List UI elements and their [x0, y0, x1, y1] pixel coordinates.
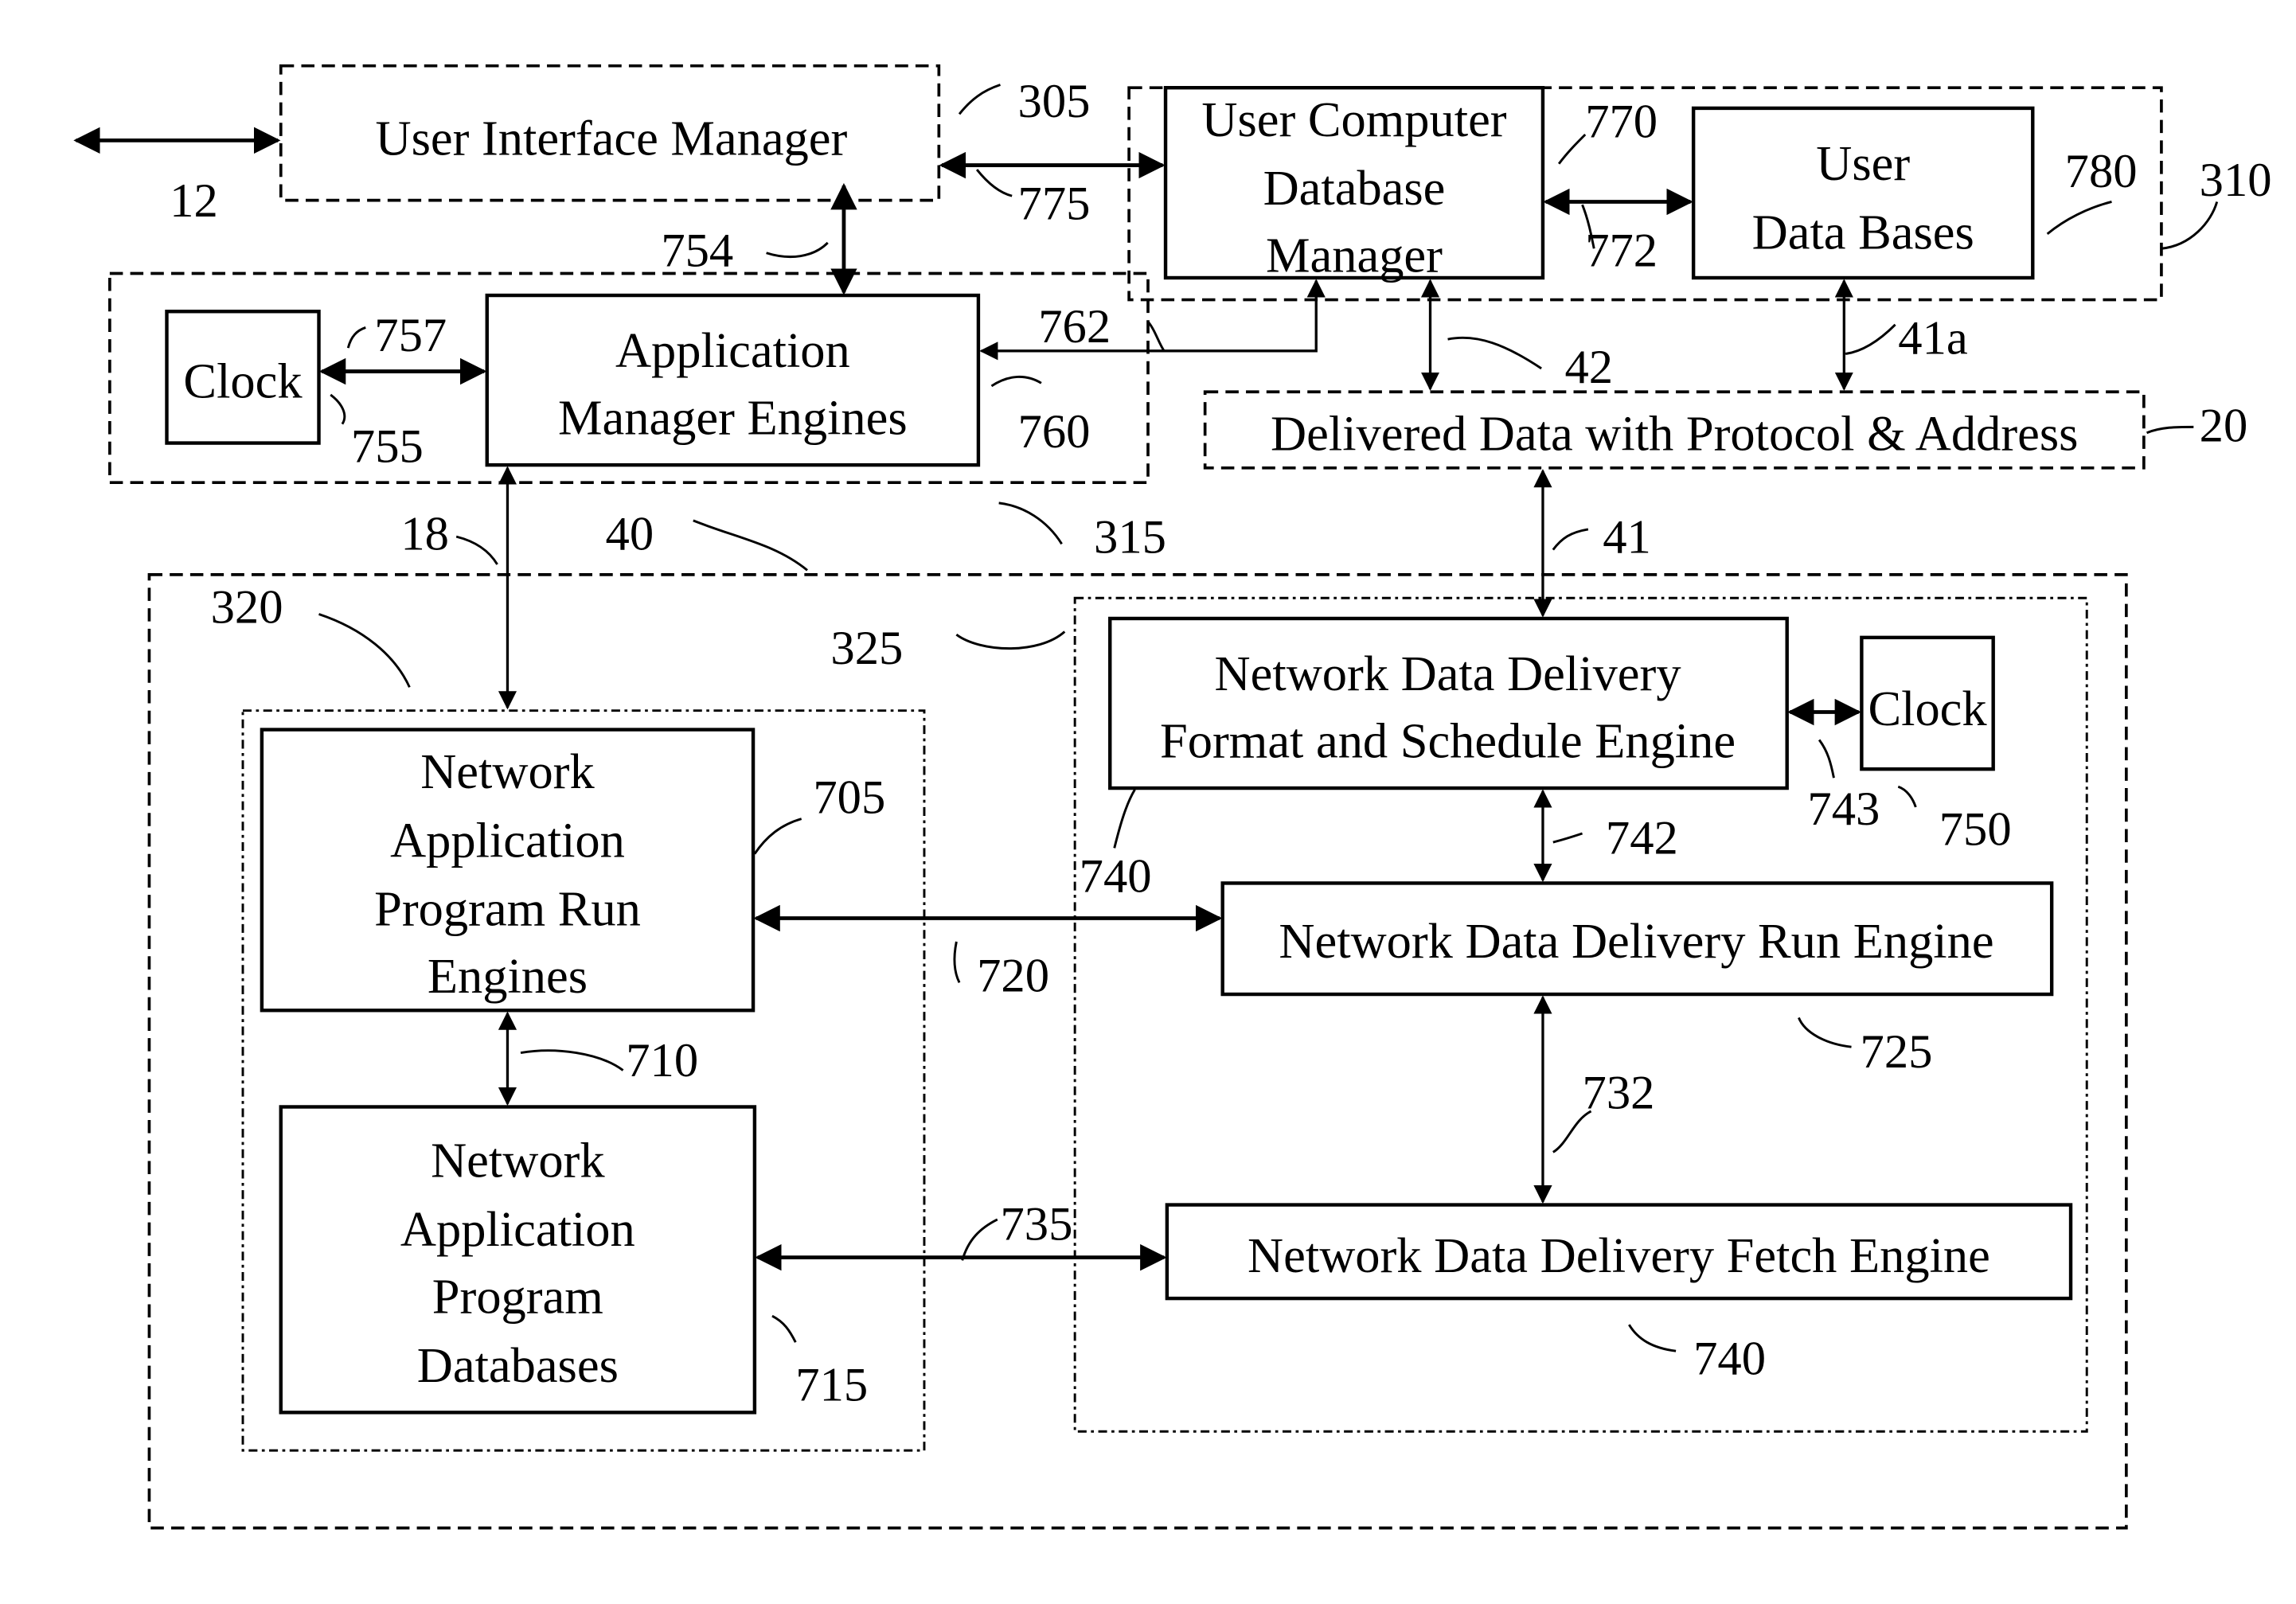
ref-772: 772 — [1585, 224, 1658, 277]
leader-735 — [961, 1218, 998, 1261]
leader-18 — [455, 535, 498, 565]
ref-720: 720 — [977, 949, 1049, 1002]
block-label: Clock — [1868, 681, 1987, 736]
block-label: Program — [432, 1268, 603, 1324]
ref-725: 725 — [1861, 1025, 1933, 1079]
leader-762 — [1146, 321, 1166, 352]
ref-757: 757 — [374, 309, 447, 362]
leader-315 — [998, 501, 1063, 545]
ref-325: 325 — [830, 622, 903, 675]
ref-715: 715 — [795, 1359, 868, 1412]
leader-42 — [1447, 336, 1542, 370]
leader-743 — [1818, 739, 1835, 779]
leader-325 — [955, 630, 1066, 650]
leader-41 — [1552, 528, 1589, 551]
block-label: Application — [400, 1201, 635, 1257]
leader-720 — [953, 941, 961, 984]
block-label: Databases — [417, 1337, 619, 1393]
ref-775: 775 — [1018, 178, 1091, 231]
ref-750: 750 — [1939, 803, 2012, 857]
ref-740-fetch: 740 — [1693, 1333, 1766, 1386]
ref-780: 780 — [2065, 145, 2138, 198]
block-clock-top[interactable]: Clock — [165, 310, 321, 445]
leader-775 — [975, 169, 1013, 197]
ref-710: 710 — [626, 1034, 698, 1087]
leader-41a — [1845, 323, 1896, 355]
leader-320 — [318, 613, 411, 688]
ref-742: 742 — [1606, 812, 1678, 865]
leader-725 — [1798, 1017, 1852, 1048]
block-ndd-fetch-engine[interactable]: Network Data Delivery Fetch Engine — [1165, 1203, 2073, 1301]
block-label: Data Bases — [1752, 204, 1974, 260]
ref-705: 705 — [813, 771, 885, 824]
block-label: Application — [615, 322, 850, 378]
ref-754: 754 — [661, 224, 733, 277]
block-label: Application — [390, 812, 625, 868]
block-net-app-databases[interactable]: Network Application Program Databases — [279, 1105, 757, 1415]
ref-310: 310 — [2200, 154, 2272, 207]
leader-780 — [2046, 201, 2112, 236]
ref-305: 305 — [1018, 75, 1091, 128]
leader-770 — [1557, 133, 1587, 165]
leader-20 — [2146, 425, 2194, 435]
leader-705 — [753, 818, 802, 855]
ref-18: 18 — [400, 508, 449, 561]
leader-760 — [990, 375, 1042, 388]
ref-743: 743 — [1807, 782, 1880, 836]
block-label: Database — [1263, 160, 1446, 216]
leader-715 — [771, 1314, 797, 1343]
leader-742 — [1552, 832, 1583, 844]
block-label: Delivered Data with Protocol & Address — [1271, 406, 2078, 462]
leader-310 — [2161, 201, 2219, 250]
block-user-computer-db-manager[interactable]: User Computer Database Manager — [1163, 86, 1545, 283]
leader-755 — [330, 393, 346, 425]
ref-42: 42 — [1564, 341, 1613, 394]
block-net-app-run-engines[interactable]: Network Application Program Run Engines — [260, 728, 756, 1013]
leader-757 — [346, 326, 366, 349]
ref-770: 770 — [1585, 96, 1658, 149]
block-ndd-run-engine[interactable]: Network Data Delivery Run Engine — [1220, 881, 2054, 997]
block-label: Network Data Delivery — [1215, 646, 1681, 701]
ref-735: 735 — [1000, 1198, 1072, 1251]
ref-12: 12 — [170, 174, 218, 228]
ref-315: 315 — [1094, 510, 1166, 564]
block-label: Manager Engines — [558, 390, 908, 446]
block-label: Network Data Delivery Run Engine — [1279, 913, 1993, 969]
block-label: User Interface Manager — [375, 111, 847, 166]
block-label: Network — [420, 743, 595, 799]
block-label: Network Data Delivery Fetch Engine — [1248, 1227, 1990, 1283]
ref-40: 40 — [606, 508, 654, 561]
block-label: Engines — [428, 948, 588, 1004]
block-label: Format and Schedule Engine — [1160, 712, 1736, 768]
leader-40 — [693, 519, 808, 572]
ref-320: 320 — [211, 580, 283, 634]
ref-762: 762 — [1038, 300, 1111, 353]
block-user-data-bases[interactable]: User Data Bases — [1691, 106, 2035, 280]
leader-305 — [958, 84, 1001, 115]
block-label: User — [1816, 135, 1910, 191]
leader-740b — [1628, 1324, 1677, 1352]
block-user-interface-manager[interactable]: User Interface Manager — [375, 111, 847, 166]
block-clock-bottom[interactable]: Clock — [1860, 635, 1995, 771]
block-label: User Computer — [1201, 92, 1506, 147]
block-label: Program Run — [374, 881, 641, 937]
block-application-manager-engines[interactable]: Application Manager Engines — [485, 293, 981, 467]
leader-754 — [766, 241, 829, 258]
leader-740a — [1113, 789, 1136, 849]
ref-740-format: 740 — [1080, 849, 1152, 903]
ref-41: 41 — [1603, 510, 1651, 564]
ref-755: 755 — [351, 420, 424, 473]
patent-block-diagram: User Computer Database Manager User Data… — [73, 64, 2272, 1530]
ref-20: 20 — [2200, 400, 2248, 453]
leader-750 — [1897, 785, 1917, 808]
ref-732: 732 — [1583, 1066, 1655, 1119]
ref-760: 760 — [1018, 405, 1091, 459]
leader-710 — [520, 1049, 624, 1071]
block-label: Manager — [1266, 228, 1443, 283]
block-ndd-format-schedule-engine[interactable]: Network Data Delivery Format and Schedul… — [1108, 616, 1789, 790]
block-label: Clock — [183, 353, 303, 409]
ref-41a: 41a — [1898, 312, 1968, 365]
block-label: Network — [431, 1133, 605, 1188]
block-delivered-data[interactable]: Delivered Data with Protocol & Address — [1271, 406, 2078, 462]
